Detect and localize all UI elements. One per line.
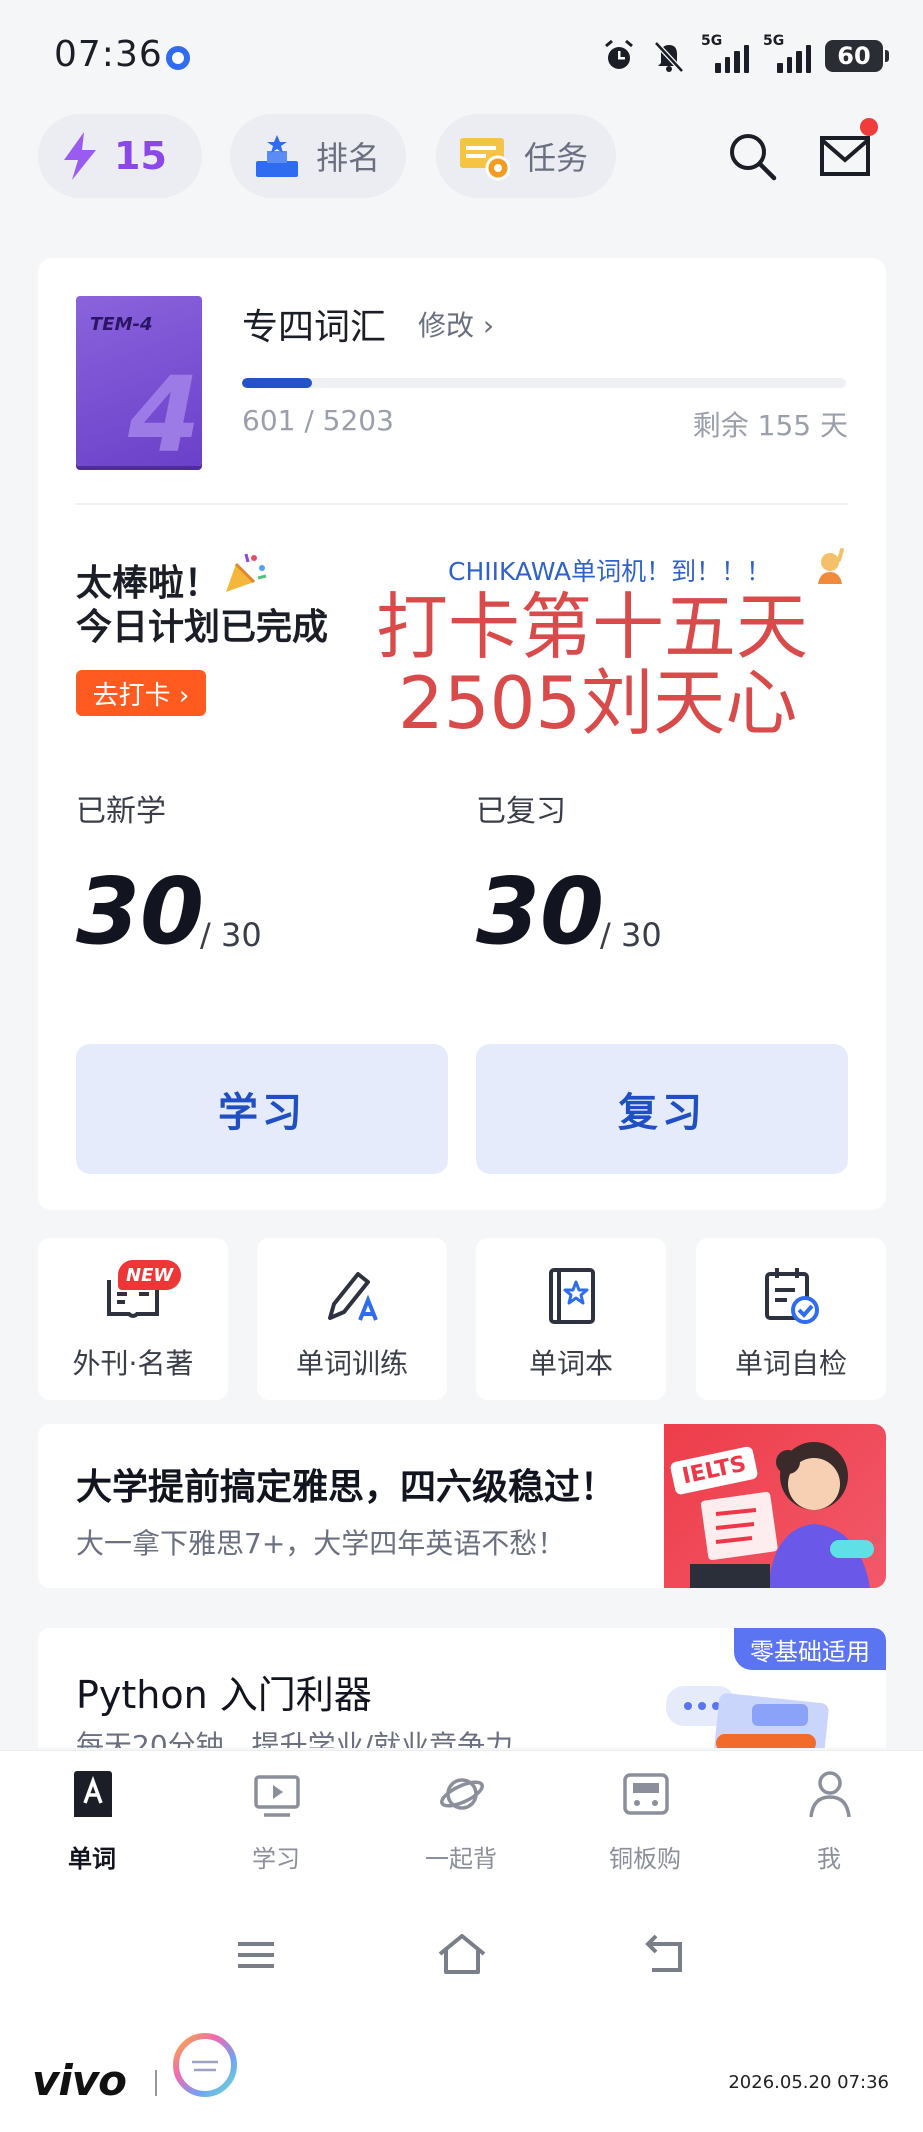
signal-2-label: 5G [763, 33, 785, 49]
ielts-banner-subtitle: 大一拿下雅思7+，大学四年英语不愁！ [76, 1527, 566, 1560]
tile-magazines[interactable]: NEW 外刊·名著 [38, 1238, 228, 1400]
learned-label: 已新学 [76, 794, 166, 829]
study-button[interactable]: 学习 [76, 1044, 448, 1174]
tile-wordbook[interactable]: 单词本 [476, 1238, 666, 1400]
reviewed-label: 已复习 [476, 794, 566, 829]
play-screen-icon [254, 1775, 300, 1817]
book-number: 4 [128, 354, 201, 466]
bottom-nav: 单词 学习 一起背 铜板购 我 [0, 1750, 923, 1890]
nav-me[interactable]: 我 [769, 1769, 889, 1879]
edit-plan-link[interactable]: 修改 › [418, 304, 494, 344]
book-tag: TEM-4 [90, 314, 153, 335]
learned-value: 30 [76, 858, 205, 965]
vocab-progress-bar [242, 378, 846, 388]
aura-light-logo [173, 2033, 237, 2097]
overlay-note-line2: 2505刘天心 [398, 661, 798, 745]
python-banner[interactable]: Python 入门利器 每天20分钟，提升学业/就业竞争力 零基础适用 [38, 1628, 886, 1748]
notification-dot [860, 118, 878, 136]
battery-icon: 60 [825, 40, 889, 72]
tile-magazines-label: 外刊·名著 [72, 1347, 194, 1380]
nav-shop-label: 铜板购 [609, 1845, 681, 1873]
signal-2-icon: 5G [763, 33, 811, 73]
top-bar: 15 排名 任务 [38, 114, 888, 198]
vocab-progress-fill [242, 378, 312, 388]
student-illustration [690, 1442, 874, 1588]
vocab-title: 专四词汇 [242, 307, 387, 348]
camera-watermark: vivo 2026.05.20 07:36 [0, 2020, 923, 2132]
plan-card: TEM-4 4 专四词汇 修改 › 601 / 5203 剩余 155 天 太棒… [38, 258, 886, 1210]
watermark-separator [155, 2070, 157, 2096]
python-banner-subtitle: 每天20分钟，提升学业/就业竞争力 [76, 1729, 514, 1748]
pen-icon [328, 1272, 378, 1321]
nav-together[interactable]: 一起背 [401, 1769, 521, 1879]
podium-icon [256, 135, 298, 177]
tile-wordbook-label: 单词本 [528, 1347, 613, 1380]
raising-hand-icon [818, 548, 844, 584]
review-button[interactable]: 复习 [476, 1044, 848, 1174]
ticket-icon [460, 138, 510, 181]
home-icon[interactable] [432, 1930, 492, 1980]
ielts-banner-illustration: IELTS [664, 1424, 886, 1588]
mail-icon[interactable] [818, 128, 874, 184]
nav-words[interactable]: 单词 [32, 1769, 152, 1879]
shop-icon [623, 1773, 669, 1815]
tile-self-check[interactable]: 单词自检 [696, 1238, 886, 1400]
remaining-days: 剩余 155 天 [692, 409, 848, 442]
learned-total: / 30 [200, 916, 262, 954]
progress-count: 601 / 5203 [242, 404, 394, 437]
chat-illustration [666, 1686, 829, 1748]
mute-bell-icon [654, 41, 684, 73]
tile-self-check-label: 单词自检 [734, 1347, 847, 1380]
system-nav [0, 1890, 923, 2020]
task-button[interactable]: 任务 [436, 114, 616, 198]
energy-count: 15 [114, 134, 167, 178]
signal-1-label: 5G [701, 33, 723, 49]
nav-together-label: 一起背 [425, 1845, 497, 1873]
nav-study-label: 学习 [252, 1845, 300, 1873]
ielts-banner[interactable]: 大学提前搞定雅思，四六级稳过！ 大一拿下雅思7+，大学四年英语不愁！ IELTS [38, 1424, 886, 1588]
checkin-button[interactable]: 去打卡 › [76, 670, 206, 716]
watermark-date: 2026.05.20 07:36 [728, 2072, 889, 2093]
new-badge: NEW [118, 1260, 182, 1290]
ielts-banner-title: 大学提前搞定雅思，四六级稳过！ [76, 1467, 617, 1508]
lightning-icon [64, 132, 96, 180]
signal-1-icon: 5G [701, 33, 749, 73]
nav-words-label: 单词 [68, 1845, 116, 1873]
watermark-brand: vivo [32, 2056, 127, 2105]
reviewed-total: / 30 [600, 916, 662, 954]
status-icons: 5G 5G 60 [601, 33, 889, 76]
energy-button[interactable]: 15 [38, 114, 202, 198]
wordbook-icon [549, 1268, 595, 1324]
task-label: 任务 [524, 139, 589, 177]
status-time: 07:36 [54, 34, 163, 75]
python-banner-title: Python 入门利器 [76, 1673, 372, 1717]
nav-me-label: 我 [817, 1845, 841, 1873]
back-icon[interactable] [636, 1930, 696, 1980]
status-bar: 07:36 5G 5G 60 [0, 0, 923, 112]
nav-study[interactable]: 学习 [216, 1769, 336, 1879]
profile-icon [809, 1771, 851, 1818]
divider [76, 503, 848, 505]
planet-icon [440, 1778, 484, 1810]
python-banner-tag: 零基础适用 [734, 1628, 886, 1670]
reviewed-value: 30 [476, 858, 605, 965]
tile-word-training[interactable]: 单词训练 [257, 1238, 447, 1400]
app-indicator-icon [166, 46, 190, 70]
nav-shop[interactable]: 铜板购 [585, 1769, 705, 1879]
done-subheading: 今日计划已完成 [76, 607, 329, 648]
rank-button[interactable]: 排名 [230, 114, 406, 198]
word-book-icon [74, 1771, 112, 1817]
party-popper-icon [226, 553, 267, 592]
rank-label: 排名 [316, 139, 381, 177]
book-cover[interactable]: TEM-4 4 [76, 296, 202, 466]
calendar-check-icon [765, 1268, 819, 1324]
menu-icon[interactable] [226, 1930, 286, 1980]
alarm-icon [605, 39, 633, 69]
tile-word-training-label: 单词训练 [295, 1347, 408, 1380]
search-icon[interactable] [724, 128, 780, 184]
